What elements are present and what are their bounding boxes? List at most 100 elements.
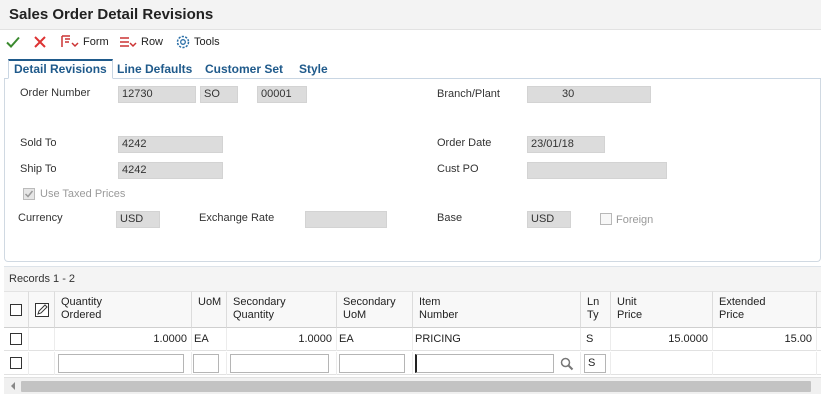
records-bar: Records 1 - 2 xyxy=(4,266,821,291)
exchange-rate-label: Exchange Rate xyxy=(199,212,275,224)
tab-style[interactable]: Style xyxy=(299,59,328,79)
ship-to-field[interactable]: 4242 xyxy=(118,162,223,179)
select-all-checkbox[interactable] xyxy=(10,304,22,316)
exchange-rate-field[interactable] xyxy=(305,211,387,228)
header-form-panel: Order Number 12730 SO 00001 Branch/Plant… xyxy=(4,79,821,262)
sold-to-field[interactable]: 4242 xyxy=(118,136,223,153)
records-count: Records 1 - 2 xyxy=(9,273,76,285)
tools-menu-button[interactable]: Tools xyxy=(175,33,220,51)
order-company-field[interactable]: 00001 xyxy=(257,86,307,103)
horizontal-scrollbar[interactable] xyxy=(4,377,821,394)
col-uom[interactable]: UoM xyxy=(192,291,227,328)
title-bar: Sales Order Detail Revisions xyxy=(0,0,821,30)
scrollbar-thumb[interactable] xyxy=(21,381,811,392)
tab-detail-revisions[interactable]: Detail Revisions xyxy=(8,59,113,79)
row-action-cell xyxy=(29,328,55,351)
tab-line-defaults[interactable]: Line Defaults xyxy=(117,59,192,79)
check-icon xyxy=(6,36,20,48)
col-label-line1: Secondary xyxy=(343,296,396,308)
currency-field[interactable]: USD xyxy=(116,211,160,228)
quantity-cell xyxy=(55,352,192,375)
col-label-line2: Price xyxy=(617,309,643,321)
line-type-cell[interactable]: S xyxy=(581,328,611,351)
use-taxed-prices-checkbox[interactable] xyxy=(23,188,35,200)
order-number-field[interactable]: 12730 xyxy=(118,86,196,103)
col-label-line2: Number xyxy=(419,309,459,321)
branch-plant-field[interactable]: 30 xyxy=(527,86,651,103)
secondary-quantity-input[interactable] xyxy=(230,354,329,373)
col-label-line2: Quantity xyxy=(233,309,274,321)
item-number-cell[interactable]: PRICING xyxy=(413,328,581,351)
use-taxed-prices-label: Use Taxed Prices xyxy=(40,188,126,200)
unit-price-cell[interactable]: 15.0000 xyxy=(611,328,713,351)
col-label-line1: Item xyxy=(419,296,441,308)
secondary-uom-input[interactable] xyxy=(339,354,405,373)
row-icon xyxy=(120,37,137,48)
col-secondary-quantity[interactable]: Secondary Quantity xyxy=(227,291,337,328)
window-title: Sales Order Detail Revisions xyxy=(9,6,214,23)
col-label-line2: Ty xyxy=(587,309,599,321)
order-date-label: Order Date xyxy=(437,137,492,149)
ship-to-label: Ship To xyxy=(20,163,57,175)
form-menu-button[interactable]: Form xyxy=(60,33,109,51)
extended-price-cell xyxy=(713,352,817,375)
order-number-label: Order Number xyxy=(20,87,91,99)
row-select-checkbox[interactable] xyxy=(10,357,22,369)
col-secondary-uom[interactable]: Secondary UoM xyxy=(337,291,413,328)
sold-to-label: Sold To xyxy=(20,137,57,149)
col-unit-price[interactable]: Unit Price xyxy=(611,291,713,328)
row-action-cell xyxy=(29,352,55,375)
checkmark-icon xyxy=(24,190,34,198)
col-label-line1: Secondary xyxy=(233,296,286,308)
currency-label: Currency xyxy=(18,212,63,224)
foreign-checkbox[interactable] xyxy=(600,213,612,225)
line-type-input[interactable]: S xyxy=(584,354,606,373)
secondary-uom-cell[interactable]: EA xyxy=(337,328,413,351)
select-all-header xyxy=(4,291,29,328)
item-number-input[interactable] xyxy=(415,354,554,373)
order-date-field[interactable]: 23/01/18 xyxy=(527,136,605,153)
row-select-checkbox[interactable] xyxy=(10,333,22,345)
ok-button[interactable] xyxy=(5,33,21,51)
table-row[interactable]: 1.0000 EA 1.0000 EA PRICING S 15.0000 15… xyxy=(4,328,821,351)
cust-po-field[interactable] xyxy=(527,162,667,179)
col-label-line2: Ordered xyxy=(61,309,102,321)
base-currency-field[interactable]: USD xyxy=(527,211,571,228)
col-line-type[interactable]: Ln Ty xyxy=(581,291,611,328)
gear-icon xyxy=(176,35,190,49)
secondary-quantity-cell[interactable]: 1.0000 xyxy=(227,328,337,351)
extended-price-cell[interactable]: 15.00 xyxy=(713,328,817,351)
col-label-line2: Price xyxy=(719,309,745,321)
secondary-quantity-cell xyxy=(227,352,337,375)
col-label-line1: Quantity xyxy=(61,296,102,308)
edit-icon[interactable] xyxy=(34,302,50,318)
tab-customer-set[interactable]: Customer Set xyxy=(205,59,283,79)
form-menu-label: Form xyxy=(83,36,109,48)
quantity-cell[interactable]: 1.0000 xyxy=(55,328,192,351)
order-type-field[interactable]: SO xyxy=(200,86,238,103)
toolbar: Form Row Tools xyxy=(0,30,821,54)
quantity-input[interactable] xyxy=(58,354,184,373)
col-label-line1: Unit xyxy=(617,296,637,308)
scroll-left-icon[interactable] xyxy=(8,381,18,391)
new-entry-row[interactable]: S xyxy=(4,352,821,375)
col-label-line2: UoM xyxy=(343,309,367,321)
row-menu-label: Row xyxy=(141,36,164,48)
uom-input[interactable] xyxy=(193,354,219,373)
col-overflow xyxy=(817,291,821,328)
cust-po-label: Cust PO xyxy=(437,163,479,175)
secondary-uom-cell xyxy=(337,352,413,375)
col-item-number[interactable]: Item Number xyxy=(413,291,581,328)
tools-menu-label: Tools xyxy=(194,36,220,48)
cancel-button[interactable] xyxy=(32,33,48,51)
col-quantity-ordered[interactable]: Quantity Ordered xyxy=(55,291,192,328)
x-icon xyxy=(34,36,46,48)
search-icon[interactable] xyxy=(560,357,574,371)
row-select-cell xyxy=(4,352,29,375)
uom-cell[interactable]: EA xyxy=(192,328,227,351)
branch-plant-label: Branch/Plant xyxy=(437,88,500,100)
col-label-line1: Extended xyxy=(719,296,766,308)
row-menu-button[interactable]: Row xyxy=(118,33,163,51)
uom-cell xyxy=(192,352,227,375)
col-extended-price[interactable]: Extended Price xyxy=(713,291,817,328)
